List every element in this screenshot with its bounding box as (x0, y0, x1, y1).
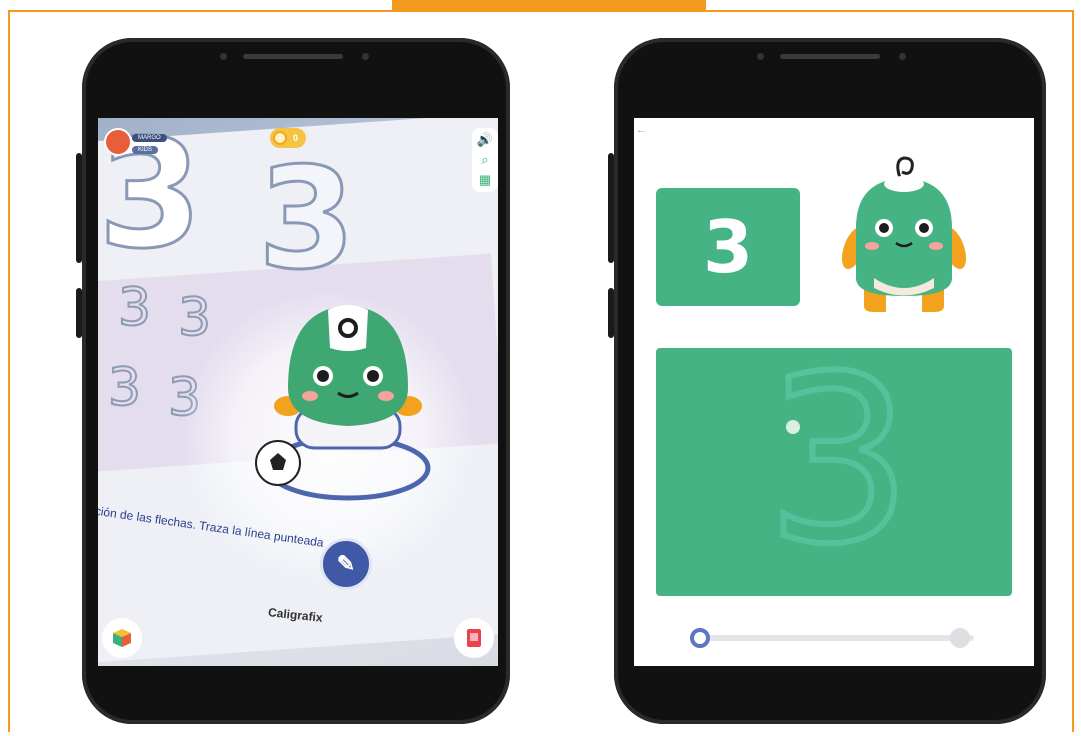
map-icon[interactable]: ▦ (479, 173, 491, 187)
player-name: MARGO (132, 134, 167, 142)
front-camera (757, 53, 764, 60)
pen-button[interactable]: ✎ (320, 538, 372, 590)
practice-digit: 3 (117, 277, 152, 339)
number-card: 3 (656, 188, 800, 306)
cube-icon (113, 629, 131, 647)
trace-guide-digit: 3 (763, 348, 915, 596)
mascot-ar[interactable] (248, 288, 448, 518)
app-screen: ← 3 3 (634, 118, 1034, 666)
speaker-icon[interactable]: 🔊 (477, 133, 493, 147)
progress-slider-knob[interactable] (690, 628, 710, 648)
back-arrow-icon[interactable]: ← (636, 124, 647, 136)
volume-button (76, 153, 82, 263)
earpiece (780, 54, 880, 59)
search-icon[interactable]: ⌕ (481, 153, 488, 167)
front-camera (220, 53, 227, 60)
ar-screen[interactable]: 3 3 3 3 3 3 dirección de las flechas. Tr… (98, 118, 498, 666)
power-button (76, 288, 82, 338)
player-avatar[interactable] (104, 128, 132, 156)
tracing-canvas[interactable]: 3 (656, 348, 1012, 596)
practice-digit: 3 (107, 357, 142, 419)
practice-digit: 3 (177, 287, 212, 349)
power-button (608, 288, 614, 338)
tool-panel: 🔊 ⌕ ▦ (472, 128, 498, 192)
mascot-icon (841, 156, 967, 312)
coin-count: 0 (293, 133, 299, 143)
cube-button[interactable] (102, 618, 142, 658)
earpiece (243, 54, 343, 59)
progress-slider-track[interactable] (694, 635, 974, 641)
card-icon (467, 629, 481, 647)
book-digit-traced: 3 (256, 137, 356, 303)
sensor (899, 53, 906, 60)
trace-start-dot[interactable] (786, 420, 800, 434)
card-button[interactable] (454, 618, 494, 658)
volume-button (608, 153, 614, 263)
player-tag: KIDS (132, 146, 159, 154)
coin-icon (273, 131, 287, 145)
progress-slider-end (950, 628, 970, 648)
coin-counter[interactable]: 0 (270, 128, 307, 148)
left-phone: 3 3 3 3 3 3 dirección de las flechas. Tr… (76, 38, 510, 724)
sensor (362, 53, 369, 60)
right-phone: ← 3 3 (608, 38, 1046, 724)
